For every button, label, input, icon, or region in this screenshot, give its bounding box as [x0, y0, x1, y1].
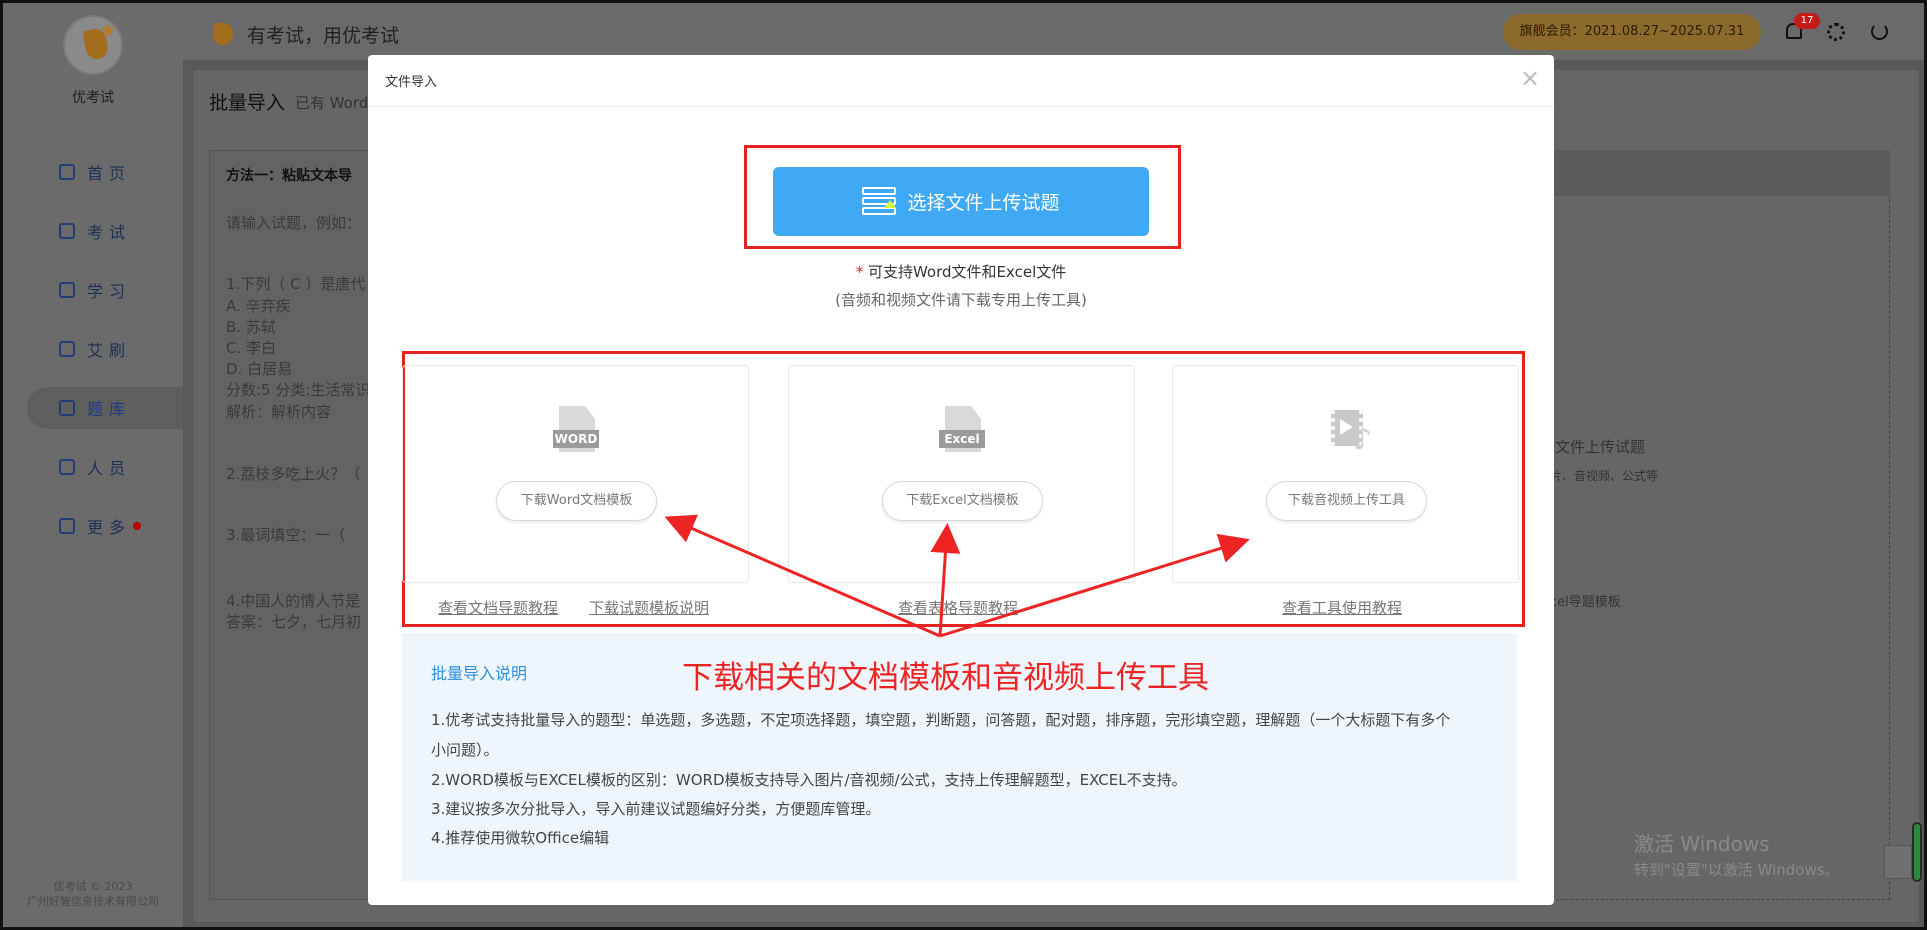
notification-dot	[133, 522, 142, 530]
word-template-card: WORD 下载Word文档模板	[402, 365, 749, 583]
sample-analysis: 解析：解析内容	[226, 403, 332, 421]
sidebar-item-question-bank[interactable]: 题库	[27, 387, 183, 429]
required-star: *	[855, 263, 864, 281]
video-file-icon: ♪	[1323, 406, 1372, 457]
support-note: * 可支持Word文件和Excel文件	[368, 261, 1554, 282]
word-file-icon: WORD	[553, 406, 599, 456]
sample-answer-4: 答案：七夕，七月初	[226, 613, 362, 631]
page-title: 批量导入	[209, 92, 286, 114]
support-subnote: (音频和视频文件请下载专用上传工具)	[835, 291, 1087, 309]
sample-question-3: 3.最词填空：一（	[226, 526, 346, 544]
watermark-subtitle: 转到"设置"以激活 Windows。	[1634, 861, 1840, 879]
sample-option-d: D. 白居易	[226, 360, 293, 378]
power-icon[interactable]	[1871, 23, 1888, 40]
sample-question-4: 4.中国人的情人节是	[226, 592, 361, 610]
method-one-title: 方法一：粘贴文本导	[226, 168, 352, 184]
company-name: 广州好智信息技术有限公司	[27, 895, 159, 908]
download-word-template-button[interactable]: 下载Word文档模板	[496, 481, 657, 521]
sidebar-item-label: 更多	[87, 518, 132, 537]
sidebar-item-label: 人员	[87, 459, 132, 478]
sidebar-nav: 首页 考试 学习 艾刷 题库 人员 更多	[3, 151, 183, 564]
watermark-title: 激活 Windows	[1634, 832, 1770, 856]
app-logo[interactable]	[63, 15, 123, 75]
sample-question-2: 2.荔枝多吃上火？（	[226, 465, 361, 483]
info-line-1: 1.优考试支持批量导入的题型：单选题，多选题，不定项选择题，填空题，判断题，问答…	[431, 711, 1451, 729]
paste-hint: 请输入试题，例如：	[226, 214, 362, 232]
download-media-tool-button[interactable]: 下载音视频上传工具	[1266, 481, 1427, 521]
sidebar-item-label: 首页	[87, 164, 132, 183]
dialog-header: 文件导入 ×	[368, 55, 1554, 107]
bg-upload-label: 择文件上传试题	[1540, 438, 1646, 456]
user-icon	[59, 459, 75, 475]
sidebar-item-label: 艾刷	[87, 341, 132, 360]
sidebar: 优考试 首页 考试 学习 艾刷 题库 人员 更多 优考试 © 2023 广州好智…	[3, 3, 183, 927]
excel-tutorial-link[interactable]: 查看表格导题教程	[898, 597, 1018, 618]
info-line-4: 4.推荐使用微软Office编辑	[431, 829, 610, 847]
upload-server-icon	[862, 186, 898, 217]
media-tool-card: ♪ 下载音视频上传工具	[1172, 365, 1519, 583]
sidebar-item-brush[interactable]: 艾刷	[3, 328, 183, 370]
side-scrollbar[interactable]	[1912, 822, 1922, 882]
page-subtitle: 已有 Word	[295, 94, 369, 112]
word-tutorial-link[interactable]: 查看文档导题教程	[438, 597, 558, 618]
bg-excel-template: cel导题模板	[1550, 595, 1621, 610]
home-icon	[59, 164, 75, 180]
select-file-upload-button[interactable]: 选择文件上传试题	[773, 167, 1149, 236]
windows-activation-watermark: 激活 Windows 转到"设置"以激活 Windows。	[1634, 828, 1840, 880]
gear-icon[interactable]	[1827, 23, 1845, 41]
file-import-dialog: 文件导入 × 选择文件上传试题 * 可支持Word文件和Excel文件 (音频和…	[368, 55, 1554, 905]
sidebar-item-label: 题库	[87, 400, 132, 419]
copyright-line: 优考试 © 2023	[53, 880, 133, 893]
sidebar-item-people[interactable]: 人员	[3, 446, 183, 488]
sidebar-item-study[interactable]: 学习	[3, 269, 183, 311]
book-icon	[59, 282, 75, 298]
top-logo-icon	[213, 23, 233, 45]
brush-icon	[59, 341, 75, 357]
template-info-link[interactable]: 下载试题模板说明	[589, 597, 709, 618]
top-bar: 有考试，用优考试 旗舰会员：2021.08.27~2025.07.31 17	[183, 3, 1924, 60]
excel-file-icon: Excel	[939, 406, 985, 456]
info-line-2: 2.WORD模板与EXCEL模板的区别：WORD模板支持导入图片/音视频/公式，…	[431, 771, 1187, 789]
dialog-title: 文件导入	[385, 75, 438, 90]
copyright: 优考试 © 2023 广州好智信息技术有限公司	[3, 879, 183, 909]
sidebar-item-exam[interactable]: 考试	[3, 210, 183, 252]
sample-option-a: A. 辛弃疾	[226, 297, 291, 315]
vip-badge[interactable]: 旗舰会员：2021.08.27~2025.07.31	[1503, 14, 1761, 50]
sidebar-item-label: 学习	[87, 282, 132, 301]
download-excel-template-button[interactable]: 下载Excel文档模板	[882, 481, 1043, 521]
bg-upload-support: 片、音视频、公式等	[1550, 469, 1659, 483]
notification-count-badge: 17	[1794, 13, 1820, 29]
excel-template-card: Excel 下载Excel文档模板	[788, 365, 1135, 583]
chart-icon	[59, 400, 75, 416]
sidebar-item-home[interactable]: 首页	[3, 151, 183, 193]
tool-tutorial-link[interactable]: 查看工具使用教程	[1282, 597, 1402, 618]
brand-name: 优考试	[72, 90, 114, 106]
slogan: 有考试，用优考试	[247, 25, 400, 47]
close-icon[interactable]: ×	[1517, 65, 1543, 91]
chat-widget-icon[interactable]	[1884, 845, 1912, 879]
sample-question-1: 1.下列（ C ）是唐代	[226, 275, 366, 293]
sidebar-item-more[interactable]: 更多	[3, 505, 183, 547]
info-line-1b: 小问题）。	[431, 741, 499, 759]
sample-score: 分数:5 分类:生活常识	[226, 381, 371, 399]
sidebar-item-label: 考试	[87, 223, 132, 242]
info-line-3: 3.建议按多次分批导入，导入前建议试题编好分类，方便题库管理。	[431, 800, 881, 818]
apps-icon	[59, 518, 75, 534]
sample-option-b: B. 苏轼	[226, 318, 276, 336]
exam-icon	[59, 223, 75, 239]
sample-option-c: C. 李白	[226, 339, 277, 357]
annotation-text: 下载相关的文档模板和音视频上传工具	[682, 660, 1209, 696]
support-text: 可支持Word文件和Excel文件	[867, 263, 1067, 281]
info-title: 批量导入说明	[431, 664, 528, 683]
upload-button-label: 选择文件上传试题	[907, 192, 1060, 214]
